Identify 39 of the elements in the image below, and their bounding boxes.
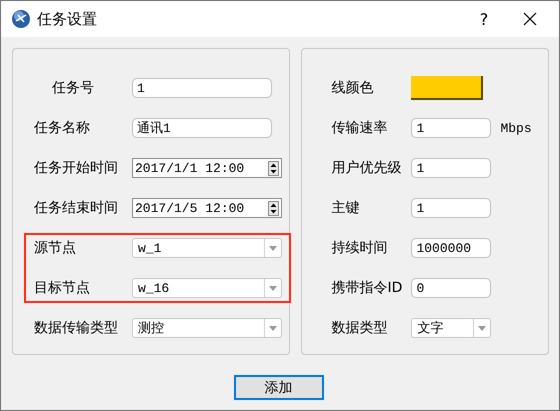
field-label: 携带指令ID [331, 279, 404, 297]
input-field[interactable]: 1 [132, 78, 272, 98]
input-field[interactable]: 1000000 [411, 238, 492, 258]
field-label: 数据类型 [331, 319, 388, 337]
field-label: 传输速率 [331, 119, 388, 137]
dropdown-arrow-icon [269, 246, 277, 250]
field-label: 线颜色 [331, 79, 374, 97]
field-label: 用户优先级 [331, 159, 402, 177]
window-title: 任务设置 [37, 10, 97, 28]
field-label: 任务开始时间 [34, 159, 119, 177]
date-time-field[interactable]: 2017/1/5 12:00 [132, 198, 282, 218]
field-label: 任务结束时间 [34, 199, 119, 217]
input-field[interactable]: 1 [411, 158, 492, 178]
dropdown-arrow-icon [269, 326, 277, 330]
field-label: 主键 [331, 199, 360, 217]
dropdown-arrow-icon [269, 286, 277, 290]
input-field[interactable]: 通讯1 [132, 118, 272, 138]
close-icon [523, 12, 537, 26]
spin-buttons-icon[interactable] [268, 200, 279, 216]
input-field[interactable]: 0 [411, 278, 492, 298]
dropdown-arrow-icon [478, 326, 486, 330]
field-label: 源节点 [34, 239, 77, 257]
color-button[interactable] [411, 76, 484, 100]
dropdown[interactable]: w_1 [132, 238, 282, 258]
field-label: 数据传输类型 [34, 319, 119, 337]
input-field[interactable]: 1 [411, 118, 492, 138]
field-label: 目标节点 [34, 279, 91, 297]
dropdown[interactable]: 测控 [132, 318, 282, 338]
date-time-field[interactable]: 2017/1/1 12:00 [132, 158, 282, 178]
add-button[interactable]: 添加 [234, 375, 324, 400]
spin-buttons-icon[interactable] [268, 160, 279, 176]
help-button[interactable]: ? [461, 1, 507, 37]
dropdown[interactable]: w_16 [132, 278, 282, 298]
field-label: 持续时间 [331, 239, 388, 257]
input-field[interactable]: 1 [411, 198, 492, 218]
field-label: 任务号 [51, 79, 95, 97]
field-label: 任务名称 [34, 119, 91, 137]
dropdown[interactable]: 文字 [411, 318, 492, 338]
unit-label: Mbps [500, 120, 532, 136]
